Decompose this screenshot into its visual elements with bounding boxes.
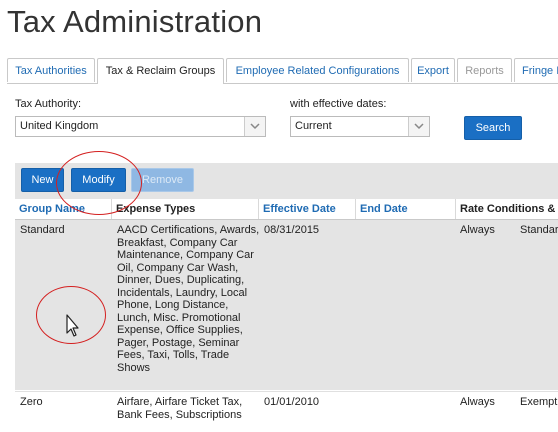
- effective-dates-value: Current: [295, 120, 332, 132]
- chevron-down-icon[interactable]: [408, 117, 429, 136]
- effective-date-cell: 08/31/2015: [264, 224, 320, 236]
- expense-types-cell: Airfare, Airfare Ticket Tax, Bank Fees, …: [117, 396, 243, 421]
- column-header-expense-types: Expense Types: [112, 199, 259, 219]
- column-header-effective-date[interactable]: Effective Date: [259, 199, 356, 219]
- condition-cell: Always: [460, 224, 495, 236]
- column-header-rate-conditions: Rate Conditions & I: [460, 203, 558, 215]
- mouse-pointer-icon: [66, 314, 79, 337]
- effective-dates-select[interactable]: Current: [290, 116, 430, 137]
- tab-reports: Reports: [457, 58, 512, 82]
- group-name-cell: Zero: [20, 396, 43, 408]
- rate-cell: Standar: [520, 224, 558, 236]
- effective-date-cell: 01/01/2010: [264, 396, 320, 408]
- expense-types-cell: AACD Certifications, Awards, Breakfast, …: [117, 224, 260, 374]
- tax-authority-select[interactable]: United Kingdom: [15, 116, 266, 137]
- tab-bar: Tax Authorities Tax & Reclaim Groups Emp…: [7, 58, 558, 84]
- search-button[interactable]: Search: [464, 116, 522, 140]
- table-row[interactable]: Zero Airfare, Airfare Ticket Tax, Bank F…: [15, 391, 558, 432]
- tab-tax-reclaim-groups[interactable]: Tax & Reclaim Groups: [97, 58, 224, 84]
- tab-export[interactable]: Export: [411, 58, 455, 82]
- tab-tax-authorities[interactable]: Tax Authorities: [7, 58, 95, 82]
- group-name-cell: Standard: [20, 224, 65, 236]
- condition-cell: Always: [460, 396, 495, 408]
- tab-employee-related-configurations[interactable]: Employee Related Configurations: [226, 58, 409, 82]
- tax-authority-value: United Kingdom: [20, 120, 99, 132]
- column-header-end-date[interactable]: End Date: [356, 199, 456, 219]
- rate-cell: Exempt: [520, 396, 558, 408]
- page-title: Tax Administration: [7, 4, 263, 39]
- tax-authority-label: Tax Authority:: [15, 98, 82, 110]
- effective-dates-label: with effective dates:: [290, 98, 387, 110]
- tab-fringe[interactable]: Fringe I: [514, 58, 558, 82]
- chevron-down-icon[interactable]: [244, 117, 265, 136]
- annotation-circle: [56, 151, 142, 215]
